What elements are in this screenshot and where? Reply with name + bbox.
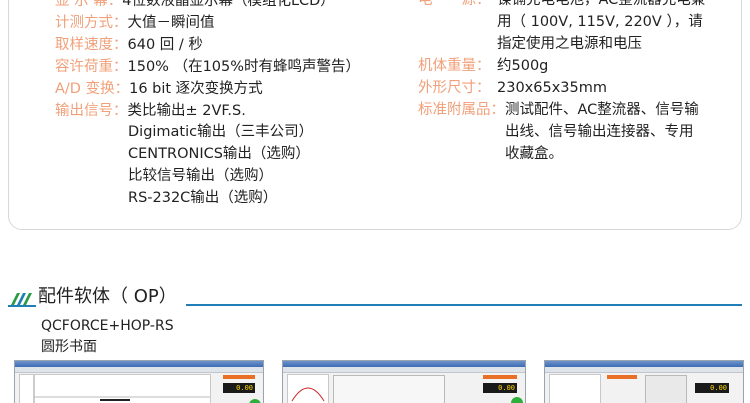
spec-value: 16 bit 逐次变换方式 xyxy=(129,81,263,97)
indicator-bar xyxy=(223,375,255,379)
spec-label: 容许荷重： xyxy=(55,59,128,75)
gauge-dial xyxy=(511,397,523,403)
accessory-line-2: 出线、信号输出连接器、专用 xyxy=(505,124,694,140)
spec-value: 类比输出± 2VF.S. xyxy=(127,103,246,119)
spec-label-weight: 机体重量： xyxy=(418,58,491,74)
section-title: 配件软体（ OP） xyxy=(38,286,177,307)
software-screenshot-1: 0.00 xyxy=(14,360,264,403)
software-screenshot-2: 0.00 xyxy=(282,360,526,403)
section-logo-icon xyxy=(8,285,36,313)
graph-area xyxy=(549,374,601,403)
indicator-bar xyxy=(483,375,517,379)
spec-row-measure-mode: 计测方式：大值－瞬间值 xyxy=(55,11,215,33)
window-menubar xyxy=(545,367,743,373)
spec-label-accessories: 标准附属品： xyxy=(418,102,505,118)
power-line-3: 指定使用之电源和电压 xyxy=(497,36,642,52)
spec-row-display: 显 示 幕：4位数液晶显示幕（模组化LCD） xyxy=(55,0,335,11)
spec-label: 取样速度： xyxy=(55,37,128,53)
accessory-line-3: 收藏盒。 xyxy=(505,146,563,162)
graph-trace xyxy=(291,387,325,402)
control-panel[interactable] xyxy=(645,375,687,403)
model-description: 圆形书面 xyxy=(41,339,97,355)
force-readout: 0.00 xyxy=(483,383,517,393)
window-menubar xyxy=(283,367,525,373)
settings-dialog[interactable] xyxy=(333,375,445,403)
spec-value-weight: 约500g xyxy=(497,58,549,74)
gauge-dial xyxy=(249,399,261,403)
force-readout: 0.00 xyxy=(223,383,255,393)
spec-value: 大值－瞬间值 xyxy=(127,15,215,31)
software-screenshot-3: 0.00 xyxy=(544,360,744,403)
output-option-digimatic: Digimatic输出（三丰公司） xyxy=(128,124,314,140)
graph-area xyxy=(19,374,211,403)
graph-trace xyxy=(33,375,210,403)
spec-row-sampling-rate: 取样速度：640 回 / 秒 xyxy=(55,33,203,55)
spec-value: 150% （在105%时有蜂鸣声警告） xyxy=(127,59,361,75)
spec-label: 显 示 幕： xyxy=(55,0,123,9)
section-divider xyxy=(186,304,742,306)
spec-row-overload: 容许荷重：150% （在105%时有蜂鸣声警告） xyxy=(55,55,360,77)
spec-row-output-signal: 输出信号：类比输出± 2VF.S. xyxy=(55,99,246,121)
spec-label: A/D 变换： xyxy=(55,81,130,97)
spec-panel: 显 示 幕：4位数液晶显示幕（模组化LCD） 计测方式：大值－瞬间值 取样速度：… xyxy=(8,0,742,230)
output-option-rs232c: RS-232C输出（选购） xyxy=(128,190,278,206)
output-option-centronics: CENTRONICS输出（选购） xyxy=(128,146,310,162)
spec-row-ad-conversion: A/D 变换：16 bit 逐次变换方式 xyxy=(55,77,263,99)
window-menubar xyxy=(15,367,263,373)
indicator-bar xyxy=(607,375,637,379)
section-header: 配件软体（ OP） xyxy=(8,285,742,309)
spec-value-size: 230x65x35mm xyxy=(497,80,607,96)
output-option-comparator: 比较信号输出（选购） xyxy=(128,168,273,184)
spec-label-power: 电 源： xyxy=(418,0,491,8)
spec-value: 4位数液晶显示幕（模组化LCD） xyxy=(122,0,335,9)
power-line-2: 用（ 100V, 115V, 220V ），请 xyxy=(497,14,703,30)
power-line-1: 镍镉充电电池，AC整流器充电兼 xyxy=(497,0,706,8)
spec-label-size: 外形尺寸： xyxy=(418,80,491,96)
model-name: QCFORCE+HOP-RS xyxy=(41,318,174,334)
force-readout: 0.00 xyxy=(695,383,729,393)
graph-area xyxy=(287,374,329,403)
spec-label: 计测方式： xyxy=(55,15,128,31)
spec-value: 640 回 / 秒 xyxy=(127,37,203,53)
spec-label: 输出信号： xyxy=(55,103,128,119)
accessory-line-1: 测试配件、AC整流器、信号输 xyxy=(505,102,699,118)
